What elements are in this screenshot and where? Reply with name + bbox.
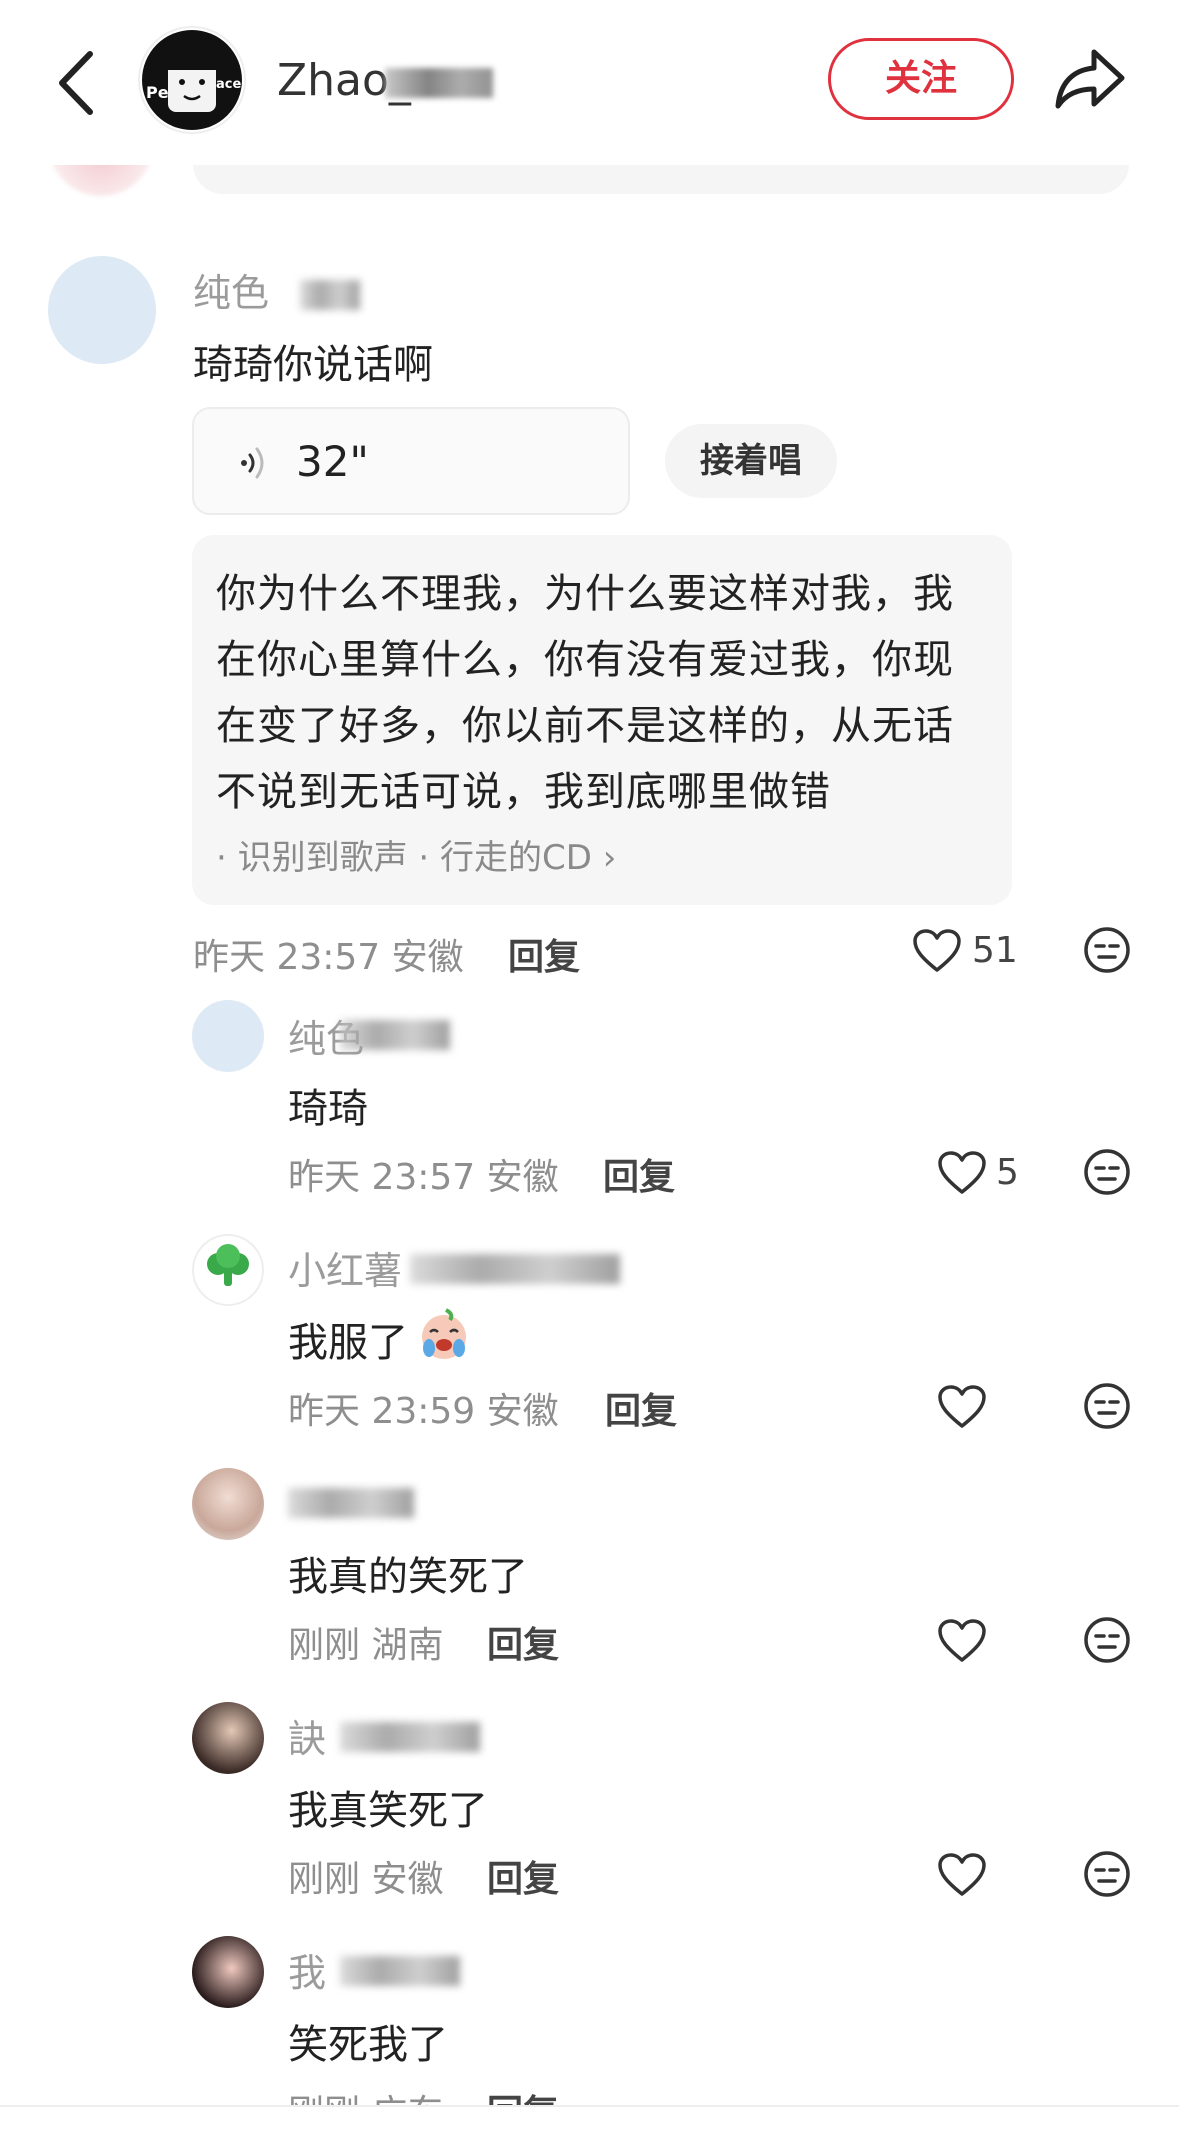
author-avatar[interactable]: Pe ace xyxy=(138,26,246,134)
redacted-name xyxy=(410,1254,620,1284)
neutral-face-icon[interactable] xyxy=(1083,1148,1131,1196)
reply-meta: 刚刚 湖南 xyxy=(288,1625,444,1666)
lyric-line: 在变了好多，你以前不是这样的，从无话 xyxy=(216,703,954,749)
redacted-name xyxy=(340,1020,450,1050)
neutral-face-icon[interactable] xyxy=(1083,1616,1131,1664)
redacted-name xyxy=(340,1722,480,1752)
reply-username[interactable]: 小红薯 xyxy=(288,1240,402,1295)
reply-button[interactable]: 回复 xyxy=(508,928,580,980)
back-arrow-icon[interactable] xyxy=(50,48,110,118)
redacted-name xyxy=(288,1488,414,1518)
svg-text:Pe: Pe xyxy=(146,83,169,102)
heart-icon[interactable] xyxy=(912,928,962,974)
sing-along-button[interactable]: 接着唱 xyxy=(665,424,837,498)
neutral-face-icon[interactable] xyxy=(1083,1850,1131,1898)
neutral-face-icon[interactable] xyxy=(1083,926,1131,974)
bottom-edge xyxy=(0,2105,1179,2131)
share-icon[interactable] xyxy=(1050,44,1130,114)
voice-duration: 32" xyxy=(296,437,369,486)
comment-username[interactable]: 纯色 xyxy=(193,262,269,317)
reply-button[interactable]: 回复 xyxy=(487,1616,559,1668)
svg-text:ace: ace xyxy=(216,77,241,92)
broccoli-icon xyxy=(207,1244,249,1286)
reply-username[interactable]: 訣 xyxy=(288,1708,326,1763)
comment-meta: 昨天 23:57 安徽 xyxy=(193,937,464,978)
like-count: 5 xyxy=(996,1152,1019,1193)
lyric-line: 你为什么不理我，为什么要这样对我，我 xyxy=(216,571,954,617)
reply-text: 笑死我了 xyxy=(288,2022,448,2068)
reply-meta: 刚刚 安徽 xyxy=(288,1859,444,1900)
lyric-line: 不说到无话可说，我到底哪里做错 xyxy=(216,769,831,815)
crying-face-emoji xyxy=(422,1308,466,1359)
voice-message[interactable]: 32" xyxy=(192,407,630,515)
redacted-name xyxy=(385,68,493,98)
avatar[interactable] xyxy=(192,1936,264,2008)
avatar[interactable] xyxy=(48,256,156,364)
redacted-name xyxy=(340,1956,460,1986)
reply-text: 我服了 xyxy=(288,1320,408,1366)
lyrics-panel: 你为什么不理我，为什么要这样对我，我 在你心里算什么，你有没有爱过我，你现 在变… xyxy=(192,535,1012,905)
reply-text: 琦琦 xyxy=(288,1086,368,1132)
reply-button[interactable]: 回复 xyxy=(487,1850,559,1902)
song-source-link[interactable]: · 识别到歌声 · 行走的CD › xyxy=(216,830,616,879)
redacted-name xyxy=(300,280,360,310)
reply-meta: 昨天 23:57 安徽 xyxy=(288,1157,559,1198)
voice-icon xyxy=(241,447,264,479)
heart-icon[interactable] xyxy=(937,1384,987,1430)
comment-text: 琦琦你说话啊 xyxy=(193,342,433,388)
heart-icon[interactable] xyxy=(937,1852,987,1898)
reply-meta: 昨天 23:59 安徽 xyxy=(288,1391,559,1432)
avatar[interactable] xyxy=(192,1000,264,1072)
reply-username[interactable]: 我 xyxy=(288,1942,326,1997)
neutral-face-icon[interactable] xyxy=(1083,1382,1131,1430)
reply-button[interactable]: 回复 xyxy=(603,1148,675,1200)
top-bar: Pe ace Zhao_ 关注 xyxy=(0,0,1179,165)
heart-icon[interactable] xyxy=(937,1150,987,1196)
reply-text: 我真的笑死了 xyxy=(288,1554,528,1600)
lyric-line: 在你心里算什么，你有没有爱过我，你现 xyxy=(216,637,954,683)
avatar[interactable] xyxy=(192,1702,264,1774)
heart-icon[interactable] xyxy=(937,1618,987,1664)
follow-button[interactable]: 关注 xyxy=(828,38,1014,120)
like-count: 51 xyxy=(972,930,1018,971)
avatar[interactable] xyxy=(192,1234,264,1306)
reply-text: 我真笑死了 xyxy=(288,1788,488,1834)
reply-button[interactable]: 回复 xyxy=(605,1382,677,1434)
avatar[interactable] xyxy=(192,1468,264,1540)
